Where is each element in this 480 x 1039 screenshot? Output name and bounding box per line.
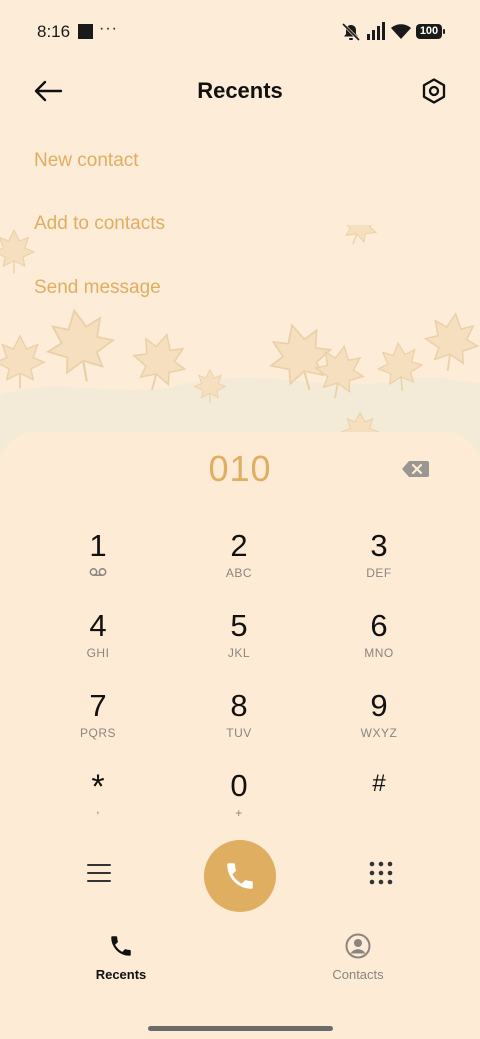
key-9[interactable]: 9 WXYZ [309,688,449,766]
key-2[interactable]: 2 ABC [169,528,309,606]
key-star[interactable]: * , [28,768,168,846]
tab-contacts-label: Contacts [332,967,384,982]
status-bar: 8:16 ··· 100 [0,0,480,64]
more-notifications-icon: ··· [99,20,118,37]
phone-icon [227,863,253,889]
phone-icon [111,936,131,956]
home-indicator[interactable] [148,1026,333,1031]
send-message-link[interactable]: Send message [34,277,161,299]
backspace-button[interactable] [400,458,430,480]
key-1[interactable]: 1 [28,528,168,606]
contacts-icon [345,933,371,959]
key-4[interactable]: 4 GHI [28,608,168,686]
key-6[interactable]: 6 MNO [309,608,449,686]
backspace-icon [402,461,429,477]
tab-recents[interactable]: Recents [61,933,181,982]
page-title: Recents [197,78,283,103]
key-0[interactable]: 0 + [169,768,309,846]
menu-icon [87,864,111,882]
dialpad-icon [369,861,393,885]
key-8[interactable]: 8 TUV [169,688,309,766]
settings-icon [422,78,446,104]
battery-icon: 100 [416,24,445,39]
signal-icon [367,22,385,40]
vibrate-off-icon [341,22,361,42]
notification-icon [78,24,93,39]
tab-recents-label: Recents [95,967,147,982]
status-time: 8:16 [37,22,71,41]
menu-button[interactable] [77,851,121,895]
settings-button[interactable] [414,71,454,111]
key-5[interactable]: 5 JKL [169,608,309,686]
key-7[interactable]: 7 PQRS [28,688,168,766]
tab-contacts[interactable]: Contacts [298,933,418,982]
call-button[interactable] [204,840,276,912]
wifi-icon [391,24,411,39]
background-leaves-illustration [0,225,480,455]
key-3[interactable]: 3 DEF [309,528,449,606]
key-hash[interactable]: # [309,768,449,846]
new-contact-link[interactable]: New contact [34,150,139,172]
add-to-contacts-link[interactable]: Add to contacts [34,213,165,235]
voicemail-icon [28,566,168,580]
dialpad-toggle-button[interactable] [359,851,403,895]
